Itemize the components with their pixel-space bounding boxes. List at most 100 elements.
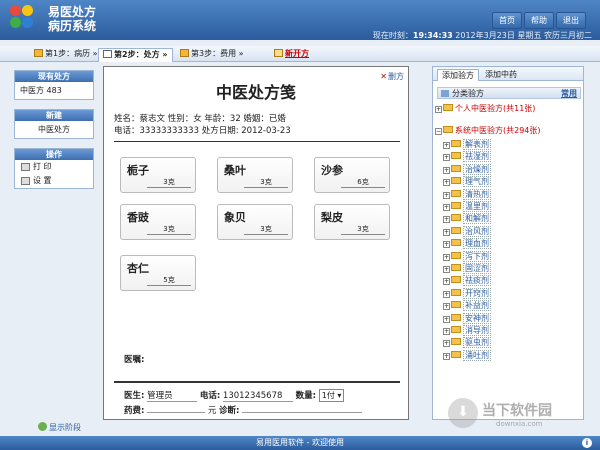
tree-item-label: 和解剂 <box>463 213 491 225</box>
tree-item-formula-category[interactable]: + 温里剂 <box>443 201 491 213</box>
tree-item-label: 固涩剂 <box>463 263 491 274</box>
expand-icon: + <box>443 290 450 298</box>
expand-icon: + <box>435 106 442 113</box>
folder-icon <box>34 49 43 57</box>
fee-input[interactable] <box>147 412 206 413</box>
new-tcm-prescription-item[interactable]: 中医处方 <box>15 121 93 138</box>
tree-item-formula-category[interactable]: + 祛痰剂 <box>443 275 491 287</box>
settings-button[interactable]: 设 置 <box>15 174 93 188</box>
tree-item-label: 祛湿剂 <box>463 151 491 163</box>
app-title-line1: 易医处方 <box>48 5 97 19</box>
new-prescription-link[interactable]: 新开方 <box>270 48 313 62</box>
collapse-icon: − <box>435 128 442 135</box>
tree-node-personal[interactable]: + 个人中医验方(共11张) <box>435 103 535 115</box>
tree-item-formula-category[interactable]: + 消导剂 <box>443 325 491 337</box>
tab-step2-prescription[interactable]: 第2步：处方 » <box>98 48 173 62</box>
herb-card[interactable]: 梨皮 3克 <box>314 204 390 240</box>
tree-item-formula-category[interactable]: + 解表剂 <box>443 139 491 151</box>
tab-add-formula[interactable]: 添加验方 <box>437 69 479 81</box>
delete-prescription-button[interactable]: ✕删方 <box>380 71 404 82</box>
herb-dose: 6克 <box>341 178 385 188</box>
expand-icon: + <box>443 241 450 249</box>
folder-icon <box>451 326 461 333</box>
tree-item-formula-category[interactable]: + 清热剂 <box>443 188 491 201</box>
folder-icon <box>451 350 461 358</box>
common-link[interactable]: 常用 <box>561 88 577 99</box>
tab-step2-label: 第2步：处方 » <box>114 50 168 59</box>
tree-item-formula-category[interactable]: + 固涩剂 <box>443 263 491 275</box>
doctor-field[interactable]: 管理员 <box>147 389 198 402</box>
herb-card[interactable]: 沙参 6克 <box>314 157 390 193</box>
tree-item-label: 理血剂 <box>463 238 491 250</box>
tab-step1-record[interactable]: 第1步：病历 » <box>30 48 102 62</box>
doctor-phone-field[interactable]: 13012345678 <box>222 391 293 402</box>
tab-step3-label: 第3步：费用 » <box>191 49 244 58</box>
tree-item-formula-category[interactable]: + 理血剂 <box>443 238 491 250</box>
info-icon[interactable]: i <box>582 438 592 448</box>
folder-icon <box>451 301 461 309</box>
diagnosis-input[interactable] <box>242 412 363 413</box>
prescription-sheet: 中医处方笺 ✕删方 姓名：蔡志文 性别：女 年龄：32 婚姻：已婚 电话：333… <box>103 66 409 420</box>
expand-icon: + <box>443 328 450 335</box>
patient-info-line1: 姓名：蔡志文 性别：女 年龄：32 婚姻：已婚 <box>114 114 286 124</box>
tree-item-formula-category[interactable]: + 补益剂 <box>443 300 491 312</box>
doctor-label: 医生: <box>124 391 145 401</box>
new-header: 新建 <box>15 110 93 121</box>
tree-item-formula-category[interactable]: + 祛湿剂 <box>443 151 491 163</box>
tree-item-formula-category[interactable]: + 安神剂 <box>443 312 491 325</box>
tree-item-formula-category[interactable]: + 和解剂 <box>443 213 491 225</box>
tree-item-formula-category[interactable]: + 涌吐剂 <box>443 349 491 362</box>
tree-item-formula-category[interactable]: + 泻下剂 <box>443 250 491 263</box>
quantity-select[interactable]: 1付 ▾ <box>318 389 345 402</box>
herb-card[interactable]: 象贝 3克 <box>217 204 293 240</box>
herb-name: 香豉 <box>127 211 149 224</box>
show-steps-link[interactable]: 显示阶段 <box>38 422 81 433</box>
fee-row: 药费: 元 诊断: <box>124 404 363 416</box>
print-button[interactable]: 打 印 <box>15 160 93 174</box>
tab-step3-fee[interactable]: 第3步：费用 » <box>176 48 248 62</box>
fee-label: 药费: <box>124 406 145 416</box>
herb-dose: 3克 <box>147 178 191 188</box>
exit-button[interactable]: 退出 <box>556 12 586 29</box>
current-prescription-item[interactable]: 中医方 483 <box>15 82 93 99</box>
tree-item-label: 解表剂 <box>463 139 491 150</box>
tree-item-formula-category[interactable]: + 驱虫剂 <box>443 337 491 349</box>
divider <box>114 141 400 142</box>
herb-name: 杏仁 <box>127 262 149 275</box>
help-button[interactable]: 帮助 <box>524 12 554 29</box>
tab-step1-label: 第1步：病历 » <box>45 49 98 58</box>
printer-icon <box>21 163 30 171</box>
herb-card[interactable]: 栀子 3克 <box>120 157 196 193</box>
expand-icon: + <box>443 154 450 162</box>
tree-item-label: 补益剂 <box>463 300 491 312</box>
close-icon: ✕ <box>380 72 387 81</box>
watermark: ⬇ 当下软件园 downxia.com <box>448 398 588 432</box>
right-tabs: 添加验方 添加中药 <box>433 67 583 81</box>
new-box: 新建 中医处方 <box>14 109 94 139</box>
divider <box>114 381 400 383</box>
doctor-row: 医生: 管理员 电话: 13012345678 数量: 1付 ▾ <box>124 389 345 402</box>
tab-add-herb[interactable]: 添加中药 <box>481 69 521 81</box>
tree-node-system[interactable]: − 系统中医验方(共294张) <box>435 125 541 137</box>
herb-card[interactable]: 桑叶 3克 <box>217 157 293 193</box>
herb-name: 栀子 <box>127 164 149 177</box>
tree-item-formula-category[interactable]: + 治燥剂 <box>443 163 491 176</box>
advice-label: 医嘱: <box>124 355 145 365</box>
herb-dose: 3克 <box>147 225 191 235</box>
herb-dose: 3克 <box>244 225 288 235</box>
folder-icon <box>451 239 461 247</box>
tree-item-formula-category[interactable]: + 开窍剂 <box>443 287 491 300</box>
patient-info-line2: 电话：33333333333 处方日期: 2012-03-23 <box>114 126 291 136</box>
herb-dose: 5克 <box>147 276 191 286</box>
expand-icon: + <box>443 179 450 187</box>
top-nav: 首页 帮助 退出 <box>492 12 586 29</box>
home-button[interactable]: 首页 <box>492 12 522 29</box>
herb-card[interactable]: 杏仁 5克 <box>120 255 196 291</box>
tree-node-label: 个人中医验方(共11张) <box>455 104 536 113</box>
herb-card[interactable]: 香豉 3克 <box>120 204 196 240</box>
print-label: 打 印 <box>33 162 52 171</box>
tree-item-formula-category[interactable]: + 理气剂 <box>443 176 491 188</box>
clock-label: 现在时刻： <box>372 31 413 40</box>
download-arrow-icon: ⬇ <box>448 398 478 428</box>
tree-item-formula-category[interactable]: + 治风剂 <box>443 225 491 238</box>
